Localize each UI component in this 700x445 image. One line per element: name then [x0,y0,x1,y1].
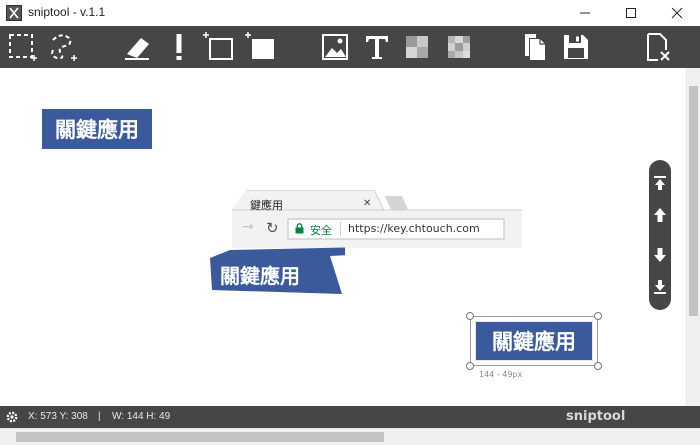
status-separator: | [98,411,101,422]
text-tool[interactable] [360,30,394,64]
eraser-icon [125,38,149,60]
selection-size-label: 144 - 49px [479,370,523,379]
cursor-coords: X: 573 Y: 308 [28,411,88,422]
minimize-button[interactable] [562,0,608,26]
blur-icon [448,36,470,58]
marker-icon [176,34,182,60]
maximize-icon [626,8,636,18]
marker-tool[interactable] [162,30,196,64]
eraser-tool[interactable] [120,30,154,64]
add-rect-filled-icon [245,32,274,59]
sniptool-app-icon [6,5,22,21]
arrow-up-icon [654,208,666,222]
gear-icon[interactable] [5,410,19,424]
resize-handle-bottom-right[interactable] [594,362,602,370]
pasted-browser-clip[interactable]: 鍵應用 ✕ → ↻ 安全 https://key.chtouch.com [232,190,522,248]
add-rect-filled-tool[interactable] [244,30,278,64]
free-select-tool[interactable] [45,30,79,64]
free-select-icon [51,34,77,61]
close-icon [671,7,683,19]
selection-dims: W: 144 H: 49 [112,411,171,422]
resize-handle-top-left[interactable] [466,312,474,320]
horizontal-scroll-thumb[interactable] [16,432,384,442]
selection-frame[interactable]: 關鍵應用 [470,316,598,366]
copy-icon [525,34,545,60]
reload-icon: ↻ [266,219,279,237]
maximize-button[interactable] [608,0,654,26]
copy-tool[interactable] [517,30,551,64]
scroll-to-top-icon [654,176,666,190]
scroll-to-bottom-icon [654,280,666,294]
close-clip-icon [647,33,670,61]
url-text: https://key.chtouch.com [348,222,480,235]
status-bar: X: 573 Y: 308 | W: 144 H: 49 sniptool [0,406,700,428]
browser-tab-close-icon: ✕ [363,198,372,209]
mosaic-tool[interactable] [400,30,434,64]
back-arrow-icon: → [242,219,254,235]
resize-handle-top-right[interactable] [594,312,602,320]
lock-icon [295,223,304,234]
blur-tool[interactable] [442,30,476,64]
url-divider [340,222,341,236]
window-title: sniptool - v.1.1 [28,5,106,19]
rect-select-icon [9,34,37,61]
pasted-label-1-text: 關鍵應用 [55,118,139,142]
vertical-scrollbar[interactable] [686,68,700,406]
scroll-down-button[interactable] [651,244,669,266]
scroll-nav-panel [649,160,671,310]
mosaic-icon [406,36,428,58]
pasted-label-3-text: 關鍵應用 [492,330,576,354]
image-icon [322,34,348,60]
scroll-bottom-button[interactable] [651,276,669,298]
scroll-top-button[interactable] [651,172,669,194]
save-tool[interactable] [559,30,593,64]
title-bar: sniptool - v.1.1 [0,0,700,26]
horizontal-scrollbar[interactable] [0,428,700,445]
resize-handle-bottom-left[interactable] [466,362,474,370]
scroll-up-button[interactable] [651,204,669,226]
image-tool[interactable] [318,30,352,64]
rect-select-tool[interactable] [5,30,39,64]
add-rect-outline-tool[interactable] [202,30,236,64]
pasted-label-3[interactable]: 關鍵應用 [475,321,593,361]
capture-canvas[interactable]: 關鍵應用 鍵應用 ✕ → ↻ 安全 https://key.chtouch.co… [0,68,686,406]
pasted-label-1[interactable]: 關鍵應用 [42,109,152,149]
text-icon [366,36,388,59]
browser-tab-title: 鍵應用 [250,199,283,212]
brand-logo-text: sniptool [566,409,626,424]
pasted-label-2-text[interactable]: 關鍵應用 [220,260,300,289]
vertical-scroll-thumb[interactable] [689,86,698,316]
add-rect-outline-icon [203,32,233,60]
arrow-down-icon [654,248,666,262]
toolbar [0,26,700,68]
minimize-icon [580,12,590,14]
close-clip-tool[interactable] [641,30,675,64]
close-window-button[interactable] [654,0,700,26]
save-icon [564,35,588,59]
secure-label: 安全 [310,224,332,237]
